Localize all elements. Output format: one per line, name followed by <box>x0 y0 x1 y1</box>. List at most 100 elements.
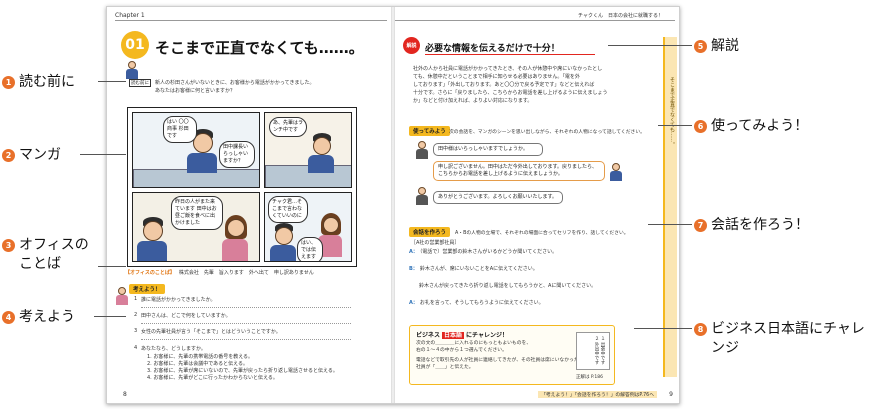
try-speaker-1-icon <box>415 141 429 159</box>
callout-6-leader <box>658 125 692 126</box>
question-2-number: 2 <box>134 312 138 318</box>
callout-1-leader <box>98 81 126 82</box>
challenge-line-4: 社員が「＿＿」と伝えた。 <box>416 365 474 370</box>
read-before-tag: 読む前に <box>129 79 151 87</box>
callout-5-label: 解説 <box>711 38 739 54</box>
challenge-answer-note: 正解は P.186 <box>576 375 603 380</box>
callout-3: 3 オフィスのことば <box>2 236 98 274</box>
question-4: あなたなら、どうしますか。 <box>141 346 206 352</box>
question-1: 誰に電話がかかってきましたか。 <box>141 297 216 303</box>
question-2: 田中さんは、どこで何をしていますか。 <box>141 313 231 319</box>
callout-6: 6 使ってみよう！ <box>694 117 808 136</box>
callout-2: 2 マンガ <box>2 146 61 165</box>
try-speaker-2-icon <box>609 163 623 181</box>
callout-4-number: 4 <box>2 311 15 324</box>
callout-3-label: オフィスのことば <box>19 237 89 272</box>
try-speaker-3-icon <box>415 187 429 205</box>
lesson-title: そこまで正直でなくても……。 <box>155 39 364 57</box>
intro-line-1: 新人の杉田さんがいないときに、お客様から電話がかかってきました。 <box>155 80 315 86</box>
office-words-list: 株式会社 先輩 旨入ります 外へ出て 申し訳ありません <box>178 270 314 276</box>
option-4: 4. お客様に、先輩がどこに行ったかわからないと伝える。 <box>147 375 278 381</box>
callout-2-label: マンガ <box>19 147 61 163</box>
left-page-number: 8 <box>123 391 127 398</box>
manga-bubble-5: チャク君…そこまで言わなくていいのに <box>268 196 308 223</box>
kaisetsu-body: 社外の人から社員に電話がかかってきたとき、その人が休憩中や席にいなかったとし て… <box>413 65 621 105</box>
try-line-3: ありがとうございます。よろしくお願いいたします。 <box>433 191 563 204</box>
challenge-line-1: 次の文の＿＿＿＿に入れるのにもっともよいものを、 <box>416 341 532 346</box>
manga-bubble-1: はい 〇〇商事 杉田です <box>163 116 197 143</box>
manga-panel-3: 昨日の人がまた来ています 田中はお昼ご飯を食べに出かけました <box>132 192 260 262</box>
manga-bubble-3: あ、先輩はランチ中です <box>269 117 307 137</box>
try-it-instructions: 次の会話を、マンガのシーンを思い出しながら、それぞれの人物になって話してください… <box>449 130 645 135</box>
callout-8-number: 8 <box>694 323 707 336</box>
think-tag: 考えよう！ <box>129 284 165 294</box>
callout-7-label: 会話を作ろう！ <box>711 217 809 233</box>
question-4-number: 4 <box>134 345 138 351</box>
kaiwa-line-5: A： お礼を言って、そうしてもらうように伝えてください。 <box>409 300 544 306</box>
callout-7-leader <box>648 224 692 225</box>
presenter-avatar-icon <box>125 61 139 79</box>
kaisetsu-line-4: 十分です。さらに「戻りましたら、こちらからお電話を差し上げるように伝えましょう <box>413 90 608 96</box>
callout-7-number: 7 <box>694 219 707 232</box>
make-conversation-instructions: A・Bの人物の立場で、それぞれの場面に合ってセリフを作り、話してください。 <box>455 231 629 236</box>
kaisetsu-line-1: 社外の人から社員に電話がかかってきたとき、その人が休憩中や席にいなかったとし <box>413 66 603 72</box>
callout-4-label: 考えよう <box>19 309 75 325</box>
callout-5-number: 5 <box>694 40 707 53</box>
kaisetsu-badge: 解説 <box>403 37 420 54</box>
kaiwa-line-4: 鈴木さんが戻ってきたら折り返し電話をしてもらうかと、Aに聞いてください。 <box>419 283 597 289</box>
question-1-number: 1 <box>134 296 138 302</box>
kaisetsu-line-3: しております」「外出しております。あと〇〇分で戻る予定です」などと伝えれば <box>413 82 595 88</box>
option-2: 2. お客様に、先輩は会議中であると伝える。 <box>147 361 249 367</box>
manga-panel-4: チャク君…そこまで言わなくていいのに はい、では伝えます <box>264 192 352 262</box>
callout-6-number: 6 <box>694 120 707 133</box>
side-index-label: そこまで正直でなくても……。 <box>669 77 675 147</box>
option-3: 3. お客様に、先輩が席にいないので、先輩が戻ったら折り返し電話させると伝える。 <box>147 368 338 374</box>
kaisetsu-line-5: か」などと付け加えれば、よりよい対応になります。 <box>413 98 533 104</box>
kaiwa-line-2: A： （電話で）営業部の鈴木さんがいるかどうか聞いてください。 <box>409 249 558 255</box>
answer-line-3 <box>141 339 351 340</box>
kaiwa-line-1: ［A社の営業部社員］ <box>411 240 460 246</box>
challenge-title: ビジネス 日本語 にチャレンジ！ <box>416 332 508 339</box>
manga-bubble-4: 昨日の人がまた来ています 田中はお昼ご飯を食べに出かけました <box>171 196 223 230</box>
callout-8-label: ビジネス日本語にチャレンジ <box>711 321 865 356</box>
callout-8: 8 ビジネス日本語にチャレンジ <box>694 320 886 358</box>
question-3: 女性の先輩社員が言う「そこまで」とはどういうことですか。 <box>141 329 281 335</box>
manga-bubble-6: はい、では伝えます <box>297 237 323 261</box>
kaisetsu-line-2: ても、休憩中だということまで相手に知らせる必要はありません。「電を外 <box>413 74 580 80</box>
callout-5-leader <box>608 45 692 46</box>
office-words: 【オフィスのことば】 株式会社 先輩 旨入ります 外へ出て 申し訳ありません <box>125 269 314 276</box>
challenge-line-3: 電話などで取引先の人が社員に連絡してきたが、その社員は席にいなかった。 <box>416 358 584 363</box>
think-avatar-icon <box>115 287 129 305</box>
challenge-choices: １ 出張中です ２ 外出中です <box>594 336 605 369</box>
try-it-tag: 使ってみよう <box>409 126 450 136</box>
callout-4-leader <box>94 316 126 317</box>
callout-2-number: 2 <box>2 149 15 162</box>
manga-strip: はい 〇〇商事 杉田です 田中課長いらっしゃいますか？ あ、先輩はランチ中です <box>127 107 357 267</box>
right-page: チャクくん 日本の会社に就職する！ 解説 必要な情報を伝えるだけで十分！ 社外の… <box>395 7 679 403</box>
try-line-2: 申し訳ございません。田中はただ今外出しております。戻りましたら、こちらからお電話… <box>433 161 605 181</box>
running-header: チャクくん 日本の会社に就職する！ <box>578 13 663 19</box>
office-words-tag: 【オフィスのことば】 <box>125 270 175 276</box>
try-line-1: 田中様はいらっしゃいますでしょうか。 <box>433 143 543 156</box>
header-rule-right <box>395 20 675 21</box>
answer-examples-note: 「考えよう！」「会話を作ろう！」の解答例はP.76へ <box>538 391 657 398</box>
kaiwa-line-3: B： 鈴木さんが、席にいないことをAに伝えてください。 <box>409 266 538 272</box>
callout-3-number: 3 <box>2 239 15 252</box>
option-1: 1. お客様に、先輩の携帯電話の番号を教える。 <box>147 354 254 360</box>
chapter-label: Chapter 1 <box>115 12 145 19</box>
header-rule <box>115 20 387 21</box>
manga-panel-1: はい 〇〇商事 杉田です 田中課長いらっしゃいますか？ <box>132 112 260 188</box>
callout-7: 7 会話を作ろう！ <box>694 216 809 235</box>
answer-line-1 <box>141 307 351 308</box>
left-page: Chapter 1 01 そこまで正直でなくても……。 読む前に 新人の杉田さん… <box>107 7 391 403</box>
kaisetsu-title: 必要な情報を伝えるだけで十分！ <box>425 44 560 54</box>
callout-2-leader <box>80 154 126 155</box>
callout-6-label: 使ってみよう！ <box>711 118 809 134</box>
make-conversation-tag: 会話を作ろう <box>409 227 451 237</box>
kaisetsu-underline <box>425 54 595 55</box>
answer-line-2 <box>141 323 351 324</box>
manga-panel-2: あ、先輩はランチ中です <box>264 112 352 188</box>
callout-1-number: 1 <box>2 76 15 89</box>
callout-1: 1 読む前に <box>2 73 75 92</box>
intro-line-2: あなたはお客様に何と言いますか？ <box>155 88 236 94</box>
